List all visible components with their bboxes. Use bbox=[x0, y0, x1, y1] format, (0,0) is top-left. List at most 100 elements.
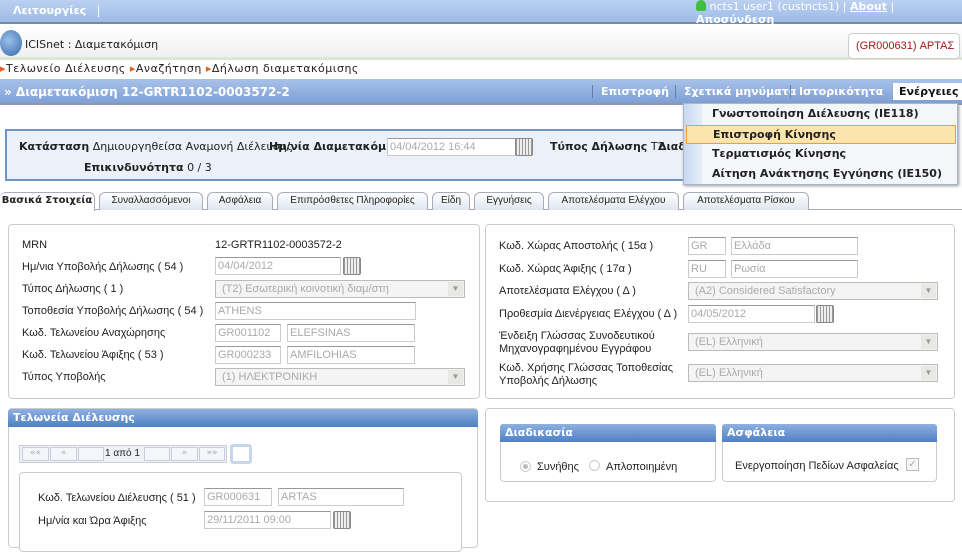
location-language-label: Κωδ. Χρήσης Γλώσσας Τοποθεσίας Υποβολής Δ… bbox=[499, 362, 674, 387]
dispatch-country-label: Κωδ. Χώρας Αποστολής ( 15α ) bbox=[499, 240, 654, 252]
control-deadline-field[interactable]: 04/05/2012 bbox=[688, 305, 815, 323]
breadcrumb-item[interactable]: Δήλωση διαμετακόμισης bbox=[212, 62, 359, 75]
pager-text: 1 από 1 bbox=[105, 448, 140, 459]
radio-simplified-label: Απλοποιημένη bbox=[606, 461, 678, 473]
about-link[interactable]: About bbox=[850, 0, 887, 13]
destination-country-label: Κωδ. Χώρας Άφιξης ( 17α ) bbox=[499, 263, 632, 275]
accompanying-doc-language-label: Ένδειξη Γλώσσας Συνοδευτικού Μηχανογραφημ… bbox=[499, 330, 655, 355]
calendar-icon[interactable] bbox=[816, 305, 834, 323]
radio-normal[interactable] bbox=[520, 461, 531, 472]
accompanying-doc-language-select[interactable]: (EL) Ελληνική ▼ bbox=[688, 333, 938, 351]
user-name: ncts1 user1 (custncts1) bbox=[709, 0, 840, 13]
arrival-office-name[interactable]: AMFILOHIAS bbox=[287, 346, 415, 364]
top-menu-bar: Λειτουργίες ncts1 user1 (custncts1) | Ab… bbox=[0, 0, 962, 26]
mrn-label: MRN bbox=[22, 239, 48, 251]
transit-date-field[interactable]: 04/04/2012 16:44 bbox=[387, 138, 517, 156]
transit-office-name[interactable]: ARTAS bbox=[278, 488, 404, 506]
functions-menu[interactable]: Λειτουργίες bbox=[13, 4, 86, 17]
tab-security[interactable]: Ασφάλεια bbox=[207, 192, 273, 210]
transit-office-code[interactable]: GR000631 bbox=[204, 488, 272, 506]
pager-page-box[interactable] bbox=[78, 447, 104, 461]
tab-basic[interactable]: Βασικά Στοιχεία bbox=[0, 192, 95, 211]
departure-office-label: Κωδ. Τελωνείου Αναχώρησης bbox=[22, 327, 166, 339]
menu-item-crossing-notification[interactable]: Γνωστοποίηση Διέλευσης (IE118) bbox=[686, 105, 956, 124]
location-label: Τοποθεσία Υποβολής Δήλωσης ( 54 ) bbox=[22, 305, 204, 317]
breadcrumb: ▸Τελωνείο Διέλευσης ▸Αναζήτηση ▸Δήλωση δ… bbox=[0, 62, 359, 75]
state: Κατάσταση Δημιουργηθείσα Αναμονή Διέλευσ… bbox=[19, 140, 294, 153]
pager-last[interactable]: »» bbox=[199, 447, 225, 461]
user-area: ncts1 user1 (custncts1) | About | Αποσύν… bbox=[696, 0, 895, 26]
control-deadline-label: Προθεσμία Διενέργειας Ελέγχου ( Δ ) bbox=[499, 308, 678, 320]
tab-guarantees[interactable]: Εγγυήσεις bbox=[474, 192, 544, 210]
declaration-type: Τύπος Δήλωσης T2 bbox=[550, 140, 665, 153]
pager-first[interactable]: «« bbox=[22, 447, 49, 461]
arrival-datetime-field[interactable]: 29/11/2011 09:00 bbox=[204, 511, 331, 529]
departure-office-code[interactable]: GR001102 bbox=[215, 324, 281, 342]
arrival-datetime-label: Ημ/νία και Ώρα Άφιξης bbox=[38, 515, 147, 527]
user-icon bbox=[696, 0, 706, 11]
tab-items[interactable]: Είδη bbox=[432, 192, 470, 210]
tab-risk-results[interactable]: Αποτελέσματα Ρίσκου bbox=[683, 192, 809, 210]
submission-type-select[interactable]: (1) ΗΛΕΚΤΡΟΝΙΚΗ ▼ bbox=[215, 368, 465, 386]
actions-dropdown-menu: Γνωστοποίηση Διέλευσης (IE118) Επιστροφή… bbox=[683, 103, 958, 185]
chevron-down-icon: ▼ bbox=[921, 366, 936, 380]
security-fields-checkbox[interactable]: ✓ bbox=[906, 458, 919, 471]
divider bbox=[98, 5, 99, 17]
actions-button[interactable]: Ενέργειες bbox=[893, 83, 962, 100]
submission-date-field[interactable]: 04/04/2012 bbox=[215, 257, 341, 275]
pager-next[interactable]: » bbox=[171, 447, 198, 461]
app-title: ICISnet : Διαμετακόμιση bbox=[25, 38, 159, 51]
chevron-down-icon: ▼ bbox=[448, 370, 463, 384]
transit-office-label: Κωδ. Τελωνείου Διέλευσης ( 51 ) bbox=[38, 492, 196, 504]
security-header: Ασφάλεια bbox=[722, 424, 937, 442]
tab-control-results[interactable]: Αποτελέσματα Ελέγχου bbox=[548, 192, 679, 210]
calendar-icon[interactable] bbox=[333, 511, 351, 529]
declaration-type-label: Τύπος Δήλωσης ( 1 ) bbox=[22, 283, 124, 295]
chevron-down-icon: ▼ bbox=[921, 284, 936, 298]
pager: «« « 1 από 1 » »» bbox=[19, 445, 227, 463]
pager-prev[interactable]: « bbox=[50, 447, 77, 461]
menu-item-return-movement[interactable]: Επιστροφή Κίνησης bbox=[686, 125, 956, 144]
departure-office-name[interactable]: ELEFSINAS bbox=[287, 324, 415, 342]
radio-normal-label: Συνήθης bbox=[537, 461, 579, 473]
control-results-label: Αποτελέσματα Ελέγχου ( Δ ) bbox=[499, 285, 636, 297]
office-badge: (GR000631) ΑΡΤΑΣ bbox=[848, 33, 960, 59]
calendar-icon[interactable] bbox=[515, 138, 533, 156]
chevron-down-icon: ▼ bbox=[448, 282, 463, 296]
menu-item-guarantee-release[interactable]: Αίτηση Ανάκτησης Εγγύησης (IE150) bbox=[686, 165, 956, 184]
add-record-icon[interactable] bbox=[230, 444, 252, 464]
breadcrumb-item[interactable]: Αναζήτηση bbox=[136, 62, 202, 75]
tab-traders[interactable]: Συναλλασσόμενοι bbox=[99, 192, 203, 210]
related-messages-button[interactable]: Σχετικά μηνύματα bbox=[675, 85, 804, 98]
security-fields-label: Ενεργοποίηση Πεδίων Ασφαλείας bbox=[735, 460, 899, 472]
arrival-office-code[interactable]: GR000233 bbox=[215, 346, 281, 364]
back-button[interactable]: Επιστροφή bbox=[592, 85, 677, 98]
history-button[interactable]: Ιστορικότητα bbox=[790, 85, 891, 98]
chevron-down-icon: ▼ bbox=[921, 335, 936, 349]
location-language-select[interactable]: (EL) Ελληνική ▼ bbox=[688, 364, 938, 382]
dispatch-country-name[interactable]: Ελλάδα bbox=[731, 237, 858, 255]
destination-country-name[interactable]: Ρωσία bbox=[731, 260, 858, 278]
menu-item-terminate-movement[interactable]: Τερματισμός Κίνησης bbox=[686, 145, 956, 164]
arrival-office-label: Κωδ. Τελωνείου Άφιξης ( 53 ) bbox=[22, 349, 164, 361]
control-results-select[interactable]: (A2) Considered Satisfactory ▼ bbox=[688, 282, 938, 300]
page-title: » Διαμετακόμιση 12-GRTR1102-0003572-2 bbox=[4, 85, 290, 99]
breadcrumb-item[interactable]: Τελωνείο Διέλευσης bbox=[6, 62, 126, 75]
calendar-icon[interactable] bbox=[343, 257, 361, 275]
submission-type-label: Τύπος Υποβολής bbox=[22, 371, 106, 383]
logout-link[interactable]: Αποσύνδεση bbox=[696, 13, 774, 26]
radio-simplified[interactable] bbox=[589, 460, 600, 471]
dispatch-country-code[interactable]: GR bbox=[688, 237, 726, 255]
destination-country-code[interactable]: RU bbox=[688, 260, 726, 278]
pager-box[interactable] bbox=[144, 447, 170, 461]
declaration-type-select[interactable]: (T2) Εσωτερική κοινοτική διαμ/στη ▼ bbox=[215, 280, 465, 298]
tab-bar: Βασικά Στοιχεία Συναλλασσόμενοι Ασφάλεια… bbox=[0, 192, 962, 211]
tab-additional-info[interactable]: Επιπρόσθετες Πληροφορίες bbox=[277, 192, 428, 210]
location-field[interactable]: ATHENS bbox=[215, 302, 416, 320]
transit-offices-header: Τελωνεία Διέλευσης bbox=[8, 409, 478, 427]
status-box: Κατάσταση Δημιουργηθείσα Αναμονή Διέλευσ… bbox=[5, 129, 705, 181]
icisnet-logo bbox=[0, 30, 22, 56]
procedure-header: Διαδικασία bbox=[500, 424, 716, 442]
mrn-value: 12-GRTR1102-0003572-2 bbox=[215, 239, 342, 251]
risk: Επικινδυνότητα 0 / 3 bbox=[84, 161, 212, 174]
